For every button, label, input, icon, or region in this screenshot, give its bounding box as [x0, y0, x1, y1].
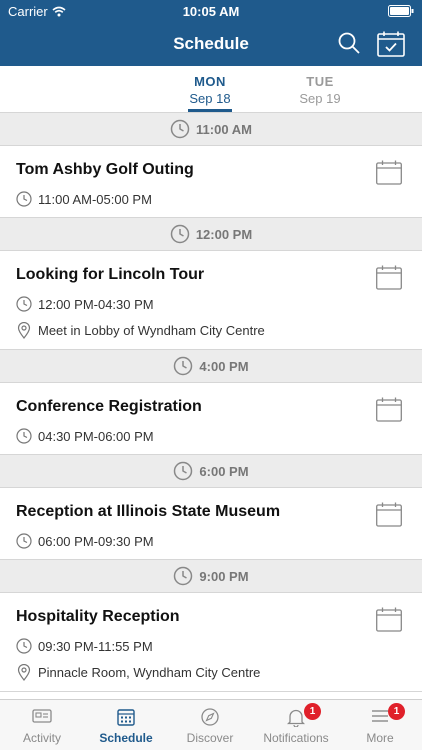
nav-header: Carrier 10:05 AM Schedule [0, 0, 422, 66]
add-to-calendar-icon[interactable] [376, 265, 402, 290]
clock-icon [16, 191, 32, 207]
tab-label: More [366, 731, 394, 745]
location-pin-icon [17, 664, 31, 681]
event-time: 04:30 PM-06:00 PM [38, 428, 154, 444]
time-section-header: 6:00 PM [0, 455, 422, 488]
event-time-row: 06:00 PM-09:30 PM [16, 533, 406, 549]
day-date: Se [395, 91, 422, 106]
time-section-header: 12:00 PM [0, 218, 422, 251]
event-title: Reception at Illinois State Museum [16, 503, 281, 520]
tab-label: Activity [22, 731, 61, 745]
tab-label: Discover [186, 731, 234, 745]
event-row[interactable]: Conference Registration 04:30 PM-06:00 P… [0, 383, 422, 455]
tab-schedule[interactable]: Schedule [84, 700, 168, 750]
clock-icon [16, 533, 32, 549]
time-section-label: 11:00 AM [196, 121, 252, 137]
event-row[interactable]: Hospitality Reception 09:30 PM-11:55 PM … [0, 593, 422, 692]
add-to-calendar-icon[interactable] [376, 397, 402, 422]
time-section-label: 9:00 PM [199, 568, 249, 584]
menu-icon [372, 710, 388, 722]
status-time: 10:05 AM [182, 4, 240, 19]
notification-badge: 1 [304, 703, 321, 720]
event-location: Pinnacle Room, Wyndham City Centre [38, 665, 261, 680]
time-section-header: 9:00 PM [0, 560, 422, 593]
event-row[interactable]: Looking for Lincoln Tour 12:00 PM-04:30 … [0, 251, 422, 350]
time-section-label: 12:00 PM [195, 226, 253, 242]
bell-icon [287, 709, 305, 727]
event-location-row: Meet in Lobby of Wyndham City Centre [16, 322, 406, 339]
event-time: 12:00 PM-04:30 PM [38, 296, 154, 312]
event-location: Meet in Lobby of Wyndham City Centre [38, 323, 265, 338]
time-section-label: 6:00 PM [199, 463, 249, 479]
event-title: Conference Registration [16, 398, 202, 415]
event-title: Tom Ashby Golf Outing [16, 161, 194, 178]
time-section-header: 4:00 PM [0, 350, 422, 383]
clock-icon [170, 224, 190, 244]
status-bar: Carrier 10:05 AM [0, 0, 422, 22]
tab-bar: Activity Schedule Discover 1 Notificatio… [0, 699, 422, 750]
add-to-calendar-icon[interactable] [376, 502, 402, 527]
tab-label: Notifications [263, 731, 329, 745]
day-tab-mon[interactable]: MON Sep 18 [175, 74, 245, 112]
more-badge: 1 [388, 703, 405, 720]
clock-icon [174, 461, 193, 481]
my-schedule-calendar-icon[interactable] [377, 31, 405, 57]
event-time: 09:30 PM-11:55 PM [38, 638, 153, 654]
tab-notifications[interactable]: 1 Notifications [254, 700, 338, 750]
clock-icon [170, 119, 190, 139]
clock-icon [174, 566, 193, 586]
day-selector: MON Sep 18 TUE Sep 19 W Se [0, 66, 422, 113]
event-row[interactable]: Reception at Illinois State Museum 06:00… [0, 488, 422, 560]
day-of-week: TUE [306, 74, 334, 89]
activity-icon [32, 709, 52, 723]
active-day-indicator [188, 109, 232, 112]
schedule-list[interactable]: 11:00 AM Tom Ashby Golf Outing 11:00 AM-… [0, 113, 422, 699]
event-time: 06:00 PM-09:30 PM [38, 533, 154, 549]
tab-label: Schedule [99, 731, 153, 745]
clock-icon [16, 428, 32, 444]
event-row[interactable]: Tom Ashby Golf Outing 11:00 AM-05:00 PM [0, 146, 422, 218]
clock-icon [16, 638, 32, 654]
day-date: Sep 19 [299, 91, 341, 106]
tab-activity[interactable]: Activity [0, 700, 84, 750]
event-location-row: Pinnacle Room, Wyndham City Centre [16, 664, 406, 681]
calendar-grid-icon [117, 709, 135, 726]
event-time-row: 09:30 PM-11:55 PM [16, 638, 406, 654]
event-time-row: 12:00 PM-04:30 PM [16, 296, 406, 312]
location-pin-icon [17, 322, 31, 339]
event-title: Hospitality Reception [16, 608, 180, 625]
battery-icon [388, 5, 414, 17]
event-time: 11:00 AM-05:00 PM [38, 191, 152, 207]
event-time-row: 11:00 AM-05:00 PM [16, 191, 406, 207]
time-section-label: 4:00 PM [199, 358, 249, 374]
time-section-header: 11:00 AM [0, 113, 422, 146]
day-date: Sep 18 [189, 91, 231, 106]
compass-icon [201, 708, 219, 726]
add-to-calendar-icon[interactable] [376, 607, 402, 632]
clock-icon [16, 296, 32, 312]
clock-icon [174, 356, 193, 376]
event-title: Looking for Lincoln Tour [16, 266, 205, 283]
day-tab-wed[interactable]: W Se [395, 74, 422, 106]
add-to-calendar-icon[interactable] [376, 160, 402, 185]
event-time-row: 04:30 PM-06:00 PM [16, 428, 406, 444]
search-icon[interactable] [337, 31, 361, 55]
tab-discover[interactable]: Discover [168, 700, 252, 750]
day-of-week: MON [194, 74, 226, 89]
tab-more[interactable]: 1 More [338, 700, 422, 750]
day-tab-tue[interactable]: TUE Sep 19 [285, 74, 355, 106]
day-of-week: W [395, 74, 422, 89]
